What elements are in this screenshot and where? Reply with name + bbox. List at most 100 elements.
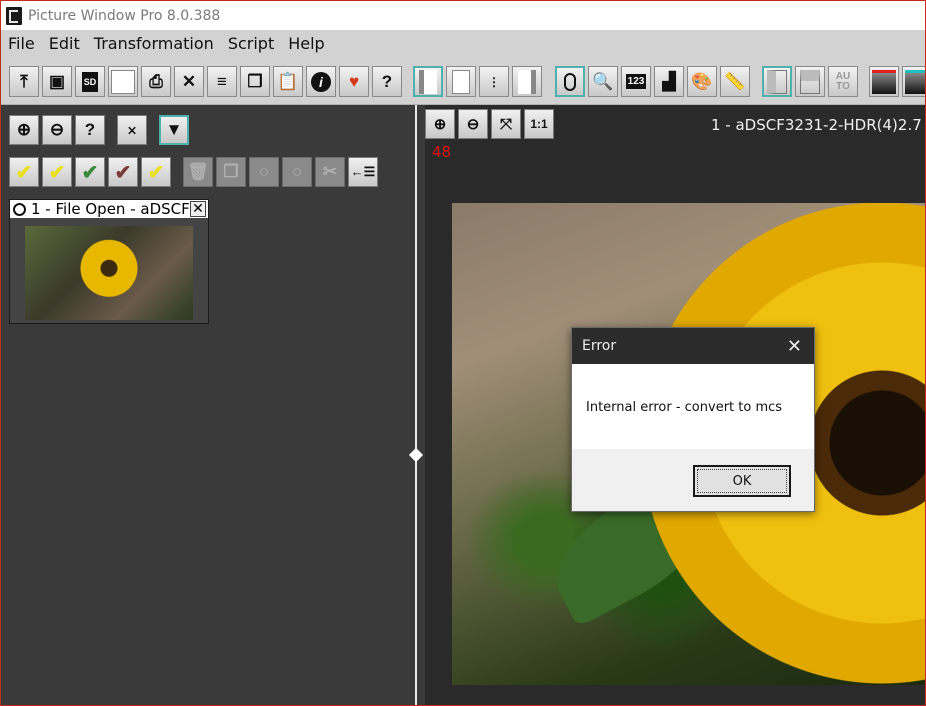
app-window: Picture Window Pro 8.0.388 File Edit Tra… <box>0 0 926 706</box>
mouse-icon <box>564 72 576 91</box>
clipboard-icon: 📋 <box>277 71 299 91</box>
layout-dots-icon: ⋮ <box>488 74 500 89</box>
duplicate-button[interactable]: ❐ <box>216 157 246 187</box>
dropdown-button[interactable]: ▼ <box>159 115 189 145</box>
actual-size-icon: 1:1 <box>530 117 548 131</box>
ruler-button[interactable]: 📏 <box>720 66 750 97</box>
insert-button[interactable]: ←☰ <box>348 157 378 187</box>
numbers-button[interactable]: 123 <box>621 66 651 97</box>
palette-button[interactable]: 🎨 <box>687 66 717 97</box>
menu-help[interactable]: Help <box>288 34 324 53</box>
help-button[interactable]: ? <box>372 66 402 97</box>
copy-icon: ❐ <box>247 71 263 91</box>
save-button[interactable]: ▣ <box>42 66 72 97</box>
print-button[interactable]: ⎙ <box>141 66 171 97</box>
zoom-in-thumbs-button[interactable]: ⊕ <box>9 115 39 145</box>
zoom-in-button[interactable]: ⊕ <box>425 109 455 139</box>
circle-button-1[interactable]: ○ <box>249 157 279 187</box>
zoom-out-icon: ⊖ <box>466 116 480 133</box>
checkmark-green-icon: ✔ <box>81 161 99 184</box>
open-button[interactable]: ⤒ <box>9 66 39 97</box>
split-vertical-icon <box>767 69 787 94</box>
layout-left-button[interactable] <box>413 66 443 97</box>
ruler-icon: 📏 <box>724 71 746 91</box>
arrow-list-icon: ←☰ <box>350 164 376 179</box>
info-icon: i <box>311 71 331 92</box>
palette-icon: 🎨 <box>691 71 713 91</box>
magnifier-icon: 🔍 <box>592 71 614 91</box>
circle-button-2[interactable]: ○ <box>282 157 312 187</box>
thumbnail-image[interactable] <box>25 226 193 320</box>
check-yellow-button[interactable]: ✔ <box>9 157 39 187</box>
gradient-teal-icon <box>905 69 925 94</box>
check-green-button[interactable]: ✔ <box>75 157 105 187</box>
menu-button[interactable]: ≡ <box>207 66 237 97</box>
checkmark-down-icon: ✔ <box>48 161 66 184</box>
menu-edit[interactable]: Edit <box>49 34 80 53</box>
sd-card-button[interactable]: SD <box>75 66 105 97</box>
menu-transformation[interactable]: Transformation <box>94 34 214 53</box>
close-icon[interactable]: ✕ <box>190 201 206 217</box>
layout-single-button[interactable] <box>446 66 476 97</box>
menu-icon: ≡ <box>217 71 227 91</box>
panel-splitter[interactable] <box>415 105 417 705</box>
main-toolbar: ⤒ ▣ SD ⎙ ✕ ≡ ❐ 📋 i ♥ ? ⋮ 🔍 123 ▟ 🎨 📏 AU … <box>1 57 925 105</box>
checkmark-yellow-icon: ✔ <box>15 161 33 184</box>
info-button[interactable]: i <box>306 66 336 97</box>
ok-button[interactable]: OK <box>693 465 791 497</box>
blank-icon <box>111 69 135 94</box>
layout-right-button[interactable] <box>512 66 542 97</box>
check-down-button[interactable]: ✔ <box>42 157 72 187</box>
magnifier-button[interactable]: 🔍 <box>588 66 618 97</box>
menu-script[interactable]: Script <box>228 34 274 53</box>
delete-button[interactable]: 🗑 <box>183 157 213 187</box>
close-icon[interactable]: ✕ <box>787 336 802 357</box>
menu-file[interactable]: File <box>8 34 35 53</box>
help-icon: ? <box>381 71 393 91</box>
zoom-level: 48 <box>432 143 452 161</box>
split-vertical-button[interactable] <box>762 66 792 97</box>
copy-button[interactable]: ❐ <box>240 66 270 97</box>
favorite-button[interactable]: ♥ <box>339 66 369 97</box>
blank-button[interactable] <box>108 66 138 97</box>
image-title: 1 - aDSCF3231-2-HDR(4)2.7 <box>711 116 922 134</box>
save-icon: ▣ <box>48 71 66 91</box>
fit-button[interactable]: ⤧ <box>491 109 521 139</box>
fit-icon: ⤧ <box>499 115 512 133</box>
double-check-icon: ✔ <box>147 161 165 184</box>
check-double-button[interactable]: ✔ <box>141 157 171 187</box>
clipboard-button[interactable]: 📋 <box>273 66 303 97</box>
zoom-out-thumbs-button[interactable]: ⊖ <box>42 115 72 145</box>
gradient-red-button[interactable] <box>869 66 899 97</box>
copy-icon: ❐ <box>223 162 239 181</box>
histogram-button[interactable]: ▟ <box>654 66 684 97</box>
auto-button[interactable]: AU TO <box>828 66 858 97</box>
thumbnail-header: 1 - File Open - aDSCF3231-2-HDR(4)2.7 ✕ <box>10 200 208 218</box>
zoom-out-button[interactable]: ⊖ <box>458 109 488 139</box>
zoom-in-icon: ⊕ <box>16 120 32 139</box>
histogram-icon: ▟ <box>662 71 676 91</box>
thumb-help-button[interactable]: ? <box>75 115 105 145</box>
collapse-button[interactable]: ⨯ <box>117 115 147 145</box>
mouse-tool-button[interactable] <box>555 66 585 97</box>
thumbnail-card[interactable]: 1 - File Open - aDSCF3231-2-HDR(4)2.7 ✕ <box>9 199 209 324</box>
thumbnail-panel: ⊕ ⊖ ? ⨯ ▼ ✔ ✔ ✔ ✔ ✔ 🗑 ❐ ○ ○ ✂ ←☰ 1 - Fil… <box>1 105 415 705</box>
layout-dots-button[interactable]: ⋮ <box>479 66 509 97</box>
app-logo-icon <box>6 6 22 25</box>
layout-right-icon <box>518 69 536 94</box>
split-horizontal-icon <box>800 69 820 94</box>
checkmark-red-icon: ✔ <box>114 161 132 184</box>
circle-icon: ○ <box>258 162 270 181</box>
check-red-button[interactable]: ✔ <box>108 157 138 187</box>
actual-size-button[interactable]: 1:1 <box>524 109 554 139</box>
close-button[interactable]: ✕ <box>174 66 204 97</box>
dialog-title-bar: Error <box>572 328 814 364</box>
gradient-teal-button[interactable] <box>902 66 925 97</box>
help-icon: ? <box>84 120 96 139</box>
cut-button[interactable]: ✂ <box>315 157 345 187</box>
sd-card-icon: SD <box>81 71 99 92</box>
circle-icon: ○ <box>291 162 303 181</box>
select-radio[interactable] <box>13 202 26 216</box>
dialog-body: Internal error - convert to mcs <box>572 364 814 449</box>
split-horizontal-button[interactable] <box>795 66 825 97</box>
